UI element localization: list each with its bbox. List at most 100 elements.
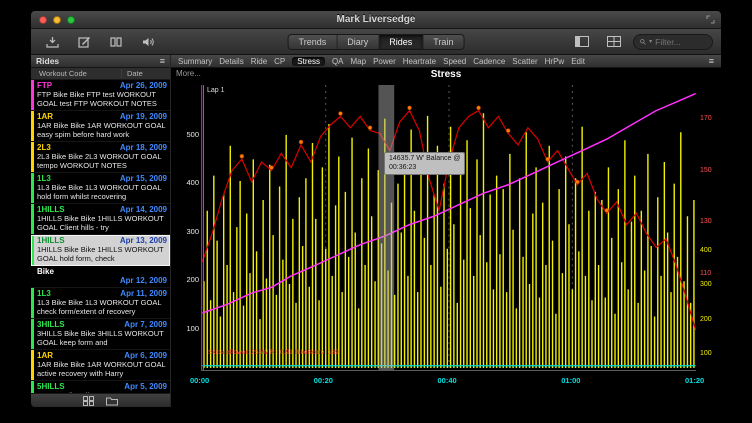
ride-list-item[interactable]: 1HILLSApr 13, 20091HILLS Bike Bike 1HILL… [31, 235, 170, 266]
chart-tab-cp[interactable]: CP [274, 57, 285, 66]
tooltip-value: 14635.7 W' Balance @ [389, 155, 460, 164]
chart-tab-bar: Summary Details Ride CP Stress QA Map Power Hear… [171, 55, 721, 68]
chart-tab-ride[interactable]: Ride [251, 57, 267, 66]
ride-list-item[interactable]: 1HILLSApr 14, 20091HILLS Bike Bike 1HILL… [31, 204, 170, 235]
tooltip-time: 00:36:23 [389, 164, 460, 173]
y-axis-tick-hr: 170 [700, 115, 712, 122]
ride-list-item[interactable]: BikeApr 12, 2009 [31, 266, 170, 288]
ride-list-item[interactable]: 1L3Apr 15, 20091L3 Bike Bike 1L3 WORKOUT… [31, 173, 170, 204]
cursor-band[interactable] [378, 85, 394, 370]
y-axis-tick-left: 500 [173, 130, 199, 139]
chart-tab-hrpw[interactable]: HrPw [545, 57, 565, 66]
ride-description: 1L3 Bike Bike 1L3 WORKOUT GOAL check for… [37, 299, 167, 316]
y-axis-tick-left: 200 [173, 275, 199, 284]
peak-dot [575, 180, 579, 184]
peak-dot [299, 140, 303, 144]
view-switcher: TrendsDiaryRidesTrain [288, 34, 465, 50]
y-axis-tick-power: 100 [700, 350, 712, 357]
sidebar-toggle-button[interactable] [569, 33, 595, 51]
column-workout-code[interactable]: Workout Code [31, 69, 122, 78]
y-axis-tick-hr: 110 [700, 270, 711, 277]
filter-input[interactable] [655, 37, 706, 47]
chart-tab-speed[interactable]: Speed [443, 57, 466, 66]
peak-dot [506, 129, 510, 133]
split-view-button[interactable] [103, 33, 129, 51]
view-tab-trends[interactable]: Trends [289, 35, 338, 49]
stress-chart[interactable] [201, 85, 696, 371]
ride-list-item[interactable]: 1AR Apr 19, 20091AR Bike Bike 1AR WORKOUT… [31, 111, 170, 142]
ride-date: Apr 19, 2009 [120, 112, 167, 121]
ride-date: Apr 26, 2009 [120, 81, 167, 90]
workout-code: 1L3 [37, 174, 51, 183]
download-button[interactable] [39, 33, 65, 51]
layout-toggle-button[interactable] [601, 33, 627, 51]
ride-list-item[interactable]: 1L3 Apr 11, 20091L3 Bike Bike 1L3 WORKOUT… [31, 288, 170, 319]
ride-date: Apr 14, 2009 [120, 205, 167, 214]
grid-icon[interactable] [83, 396, 94, 406]
zoom-window-icon[interactable] [67, 16, 75, 24]
view-tab-train[interactable]: Train [423, 35, 463, 49]
chart-tab-heartrate[interactable]: Heartrate [403, 57, 436, 66]
y-axis-tick-hr: 130 [700, 218, 712, 225]
minimize-window-icon[interactable] [53, 16, 61, 24]
screen: Mark Liversedge TrendsDiaryRidesTrain [0, 0, 752, 423]
ride-description: 1AR Bike Bike 1AR WORKOUT GOAL easy spim… [37, 122, 167, 139]
peak-dot [477, 106, 481, 110]
ride-date: Apr 11, 2009 [120, 289, 167, 298]
y-axis-tick-power: 200 [700, 316, 712, 323]
peak-dot [408, 106, 412, 110]
sidebar-footer [31, 393, 170, 407]
toolbar: TrendsDiaryRidesTrain ▾ [31, 29, 721, 55]
y-axis-tick-left: 100 [173, 324, 199, 333]
chart-menu-icon[interactable]: ≡ [709, 57, 714, 66]
compose-button[interactable] [71, 33, 97, 51]
folder-icon[interactable] [106, 396, 118, 406]
peak-dot [546, 157, 550, 161]
speaker-icon [143, 38, 149, 46]
close-window-icon[interactable] [39, 16, 47, 24]
view-tab-rides[interactable]: Rides [379, 35, 423, 49]
x-axis-tick: 00:00 [190, 376, 209, 385]
chart-tooltip: 14635.7 W' Balance @ 00:36:23 [384, 152, 465, 175]
column-date[interactable]: Date [122, 69, 170, 78]
chart-tab-details[interactable]: Details [219, 57, 243, 66]
ride-list-item[interactable]: 1ARApr 6, 20091AR Bike Bike 1AR WORKOUT … [31, 350, 170, 381]
y-axis-tick-left: 300 [173, 227, 199, 236]
filter-field[interactable]: ▾ [633, 34, 713, 50]
view-tab-diary[interactable]: Diary [337, 35, 379, 49]
fullscreen-icon[interactable] [706, 15, 715, 24]
sidebar-column-headers: Workout Code Date [31, 68, 170, 80]
rides-sidebar: Rides ≡ Workout Code Date FTPApr 26, 200… [31, 55, 171, 407]
layout-toggle-icon [608, 37, 621, 47]
ride-list-item[interactable]: 3HILLSApr 7, 20093HILLS Bike Bike 3HILLS… [31, 319, 170, 350]
ride-date: Apr 18, 2009 [120, 143, 167, 152]
peak-dot [605, 208, 609, 212]
ride-date: Apr 6, 2009 [124, 351, 167, 360]
content: Rides ≡ Workout Code Date FTPApr 26, 200… [31, 55, 721, 407]
x-axis-tick: 00:40 [438, 376, 457, 385]
chart-tab-edit[interactable]: Edit [571, 57, 585, 66]
chart-tab-power[interactable]: Power [373, 57, 396, 66]
sidebar-header: Rides ≡ [31, 55, 170, 68]
main-panel: Summary Details Ride CP Stress QA Map Power Hear… [171, 55, 721, 407]
ride-description: 2L3 Bike Bike 2L3 WORKOUT GOAL tempo WOR… [37, 153, 167, 170]
ride-list-item[interactable]: FTPApr 26, 2009FTP Bike Bike FTP test WO… [31, 80, 170, 111]
audio-button[interactable] [135, 33, 161, 51]
workout-code: 1AR [37, 112, 53, 121]
workout-code: 1L3 [37, 289, 51, 298]
chart-tab-map[interactable]: Map [351, 57, 367, 66]
chart-title: Stress [171, 69, 721, 80]
chart-tab-qa[interactable]: QA [332, 57, 344, 66]
chart-tab-scatter[interactable]: Scatter [512, 57, 537, 66]
ride-date: Apr 5, 2009 [124, 382, 167, 391]
ride-list-item[interactable]: 5HILLSApr 5, 20095HILLS Bike Bike 5HILLS… [31, 381, 170, 393]
chart-tab-stress[interactable]: Stress [292, 57, 325, 66]
workout-code: 1AR [37, 351, 53, 360]
sidebar-menu-icon[interactable]: ≡ [160, 57, 165, 66]
ride-description: 1HILLS Bike Bike 1HILLS WORKOUT GOAL Cli… [37, 215, 167, 232]
y-axis-tick-hr: 150 [700, 167, 712, 174]
window-controls [39, 16, 75, 24]
chart-tab-summary[interactable]: Summary [178, 57, 212, 66]
ride-list-item[interactable]: 2L3Apr 18, 20092L3 Bike Bike 2L3 WORKOUT… [31, 142, 170, 173]
chart-tab-cadence[interactable]: Cadence [473, 57, 505, 66]
